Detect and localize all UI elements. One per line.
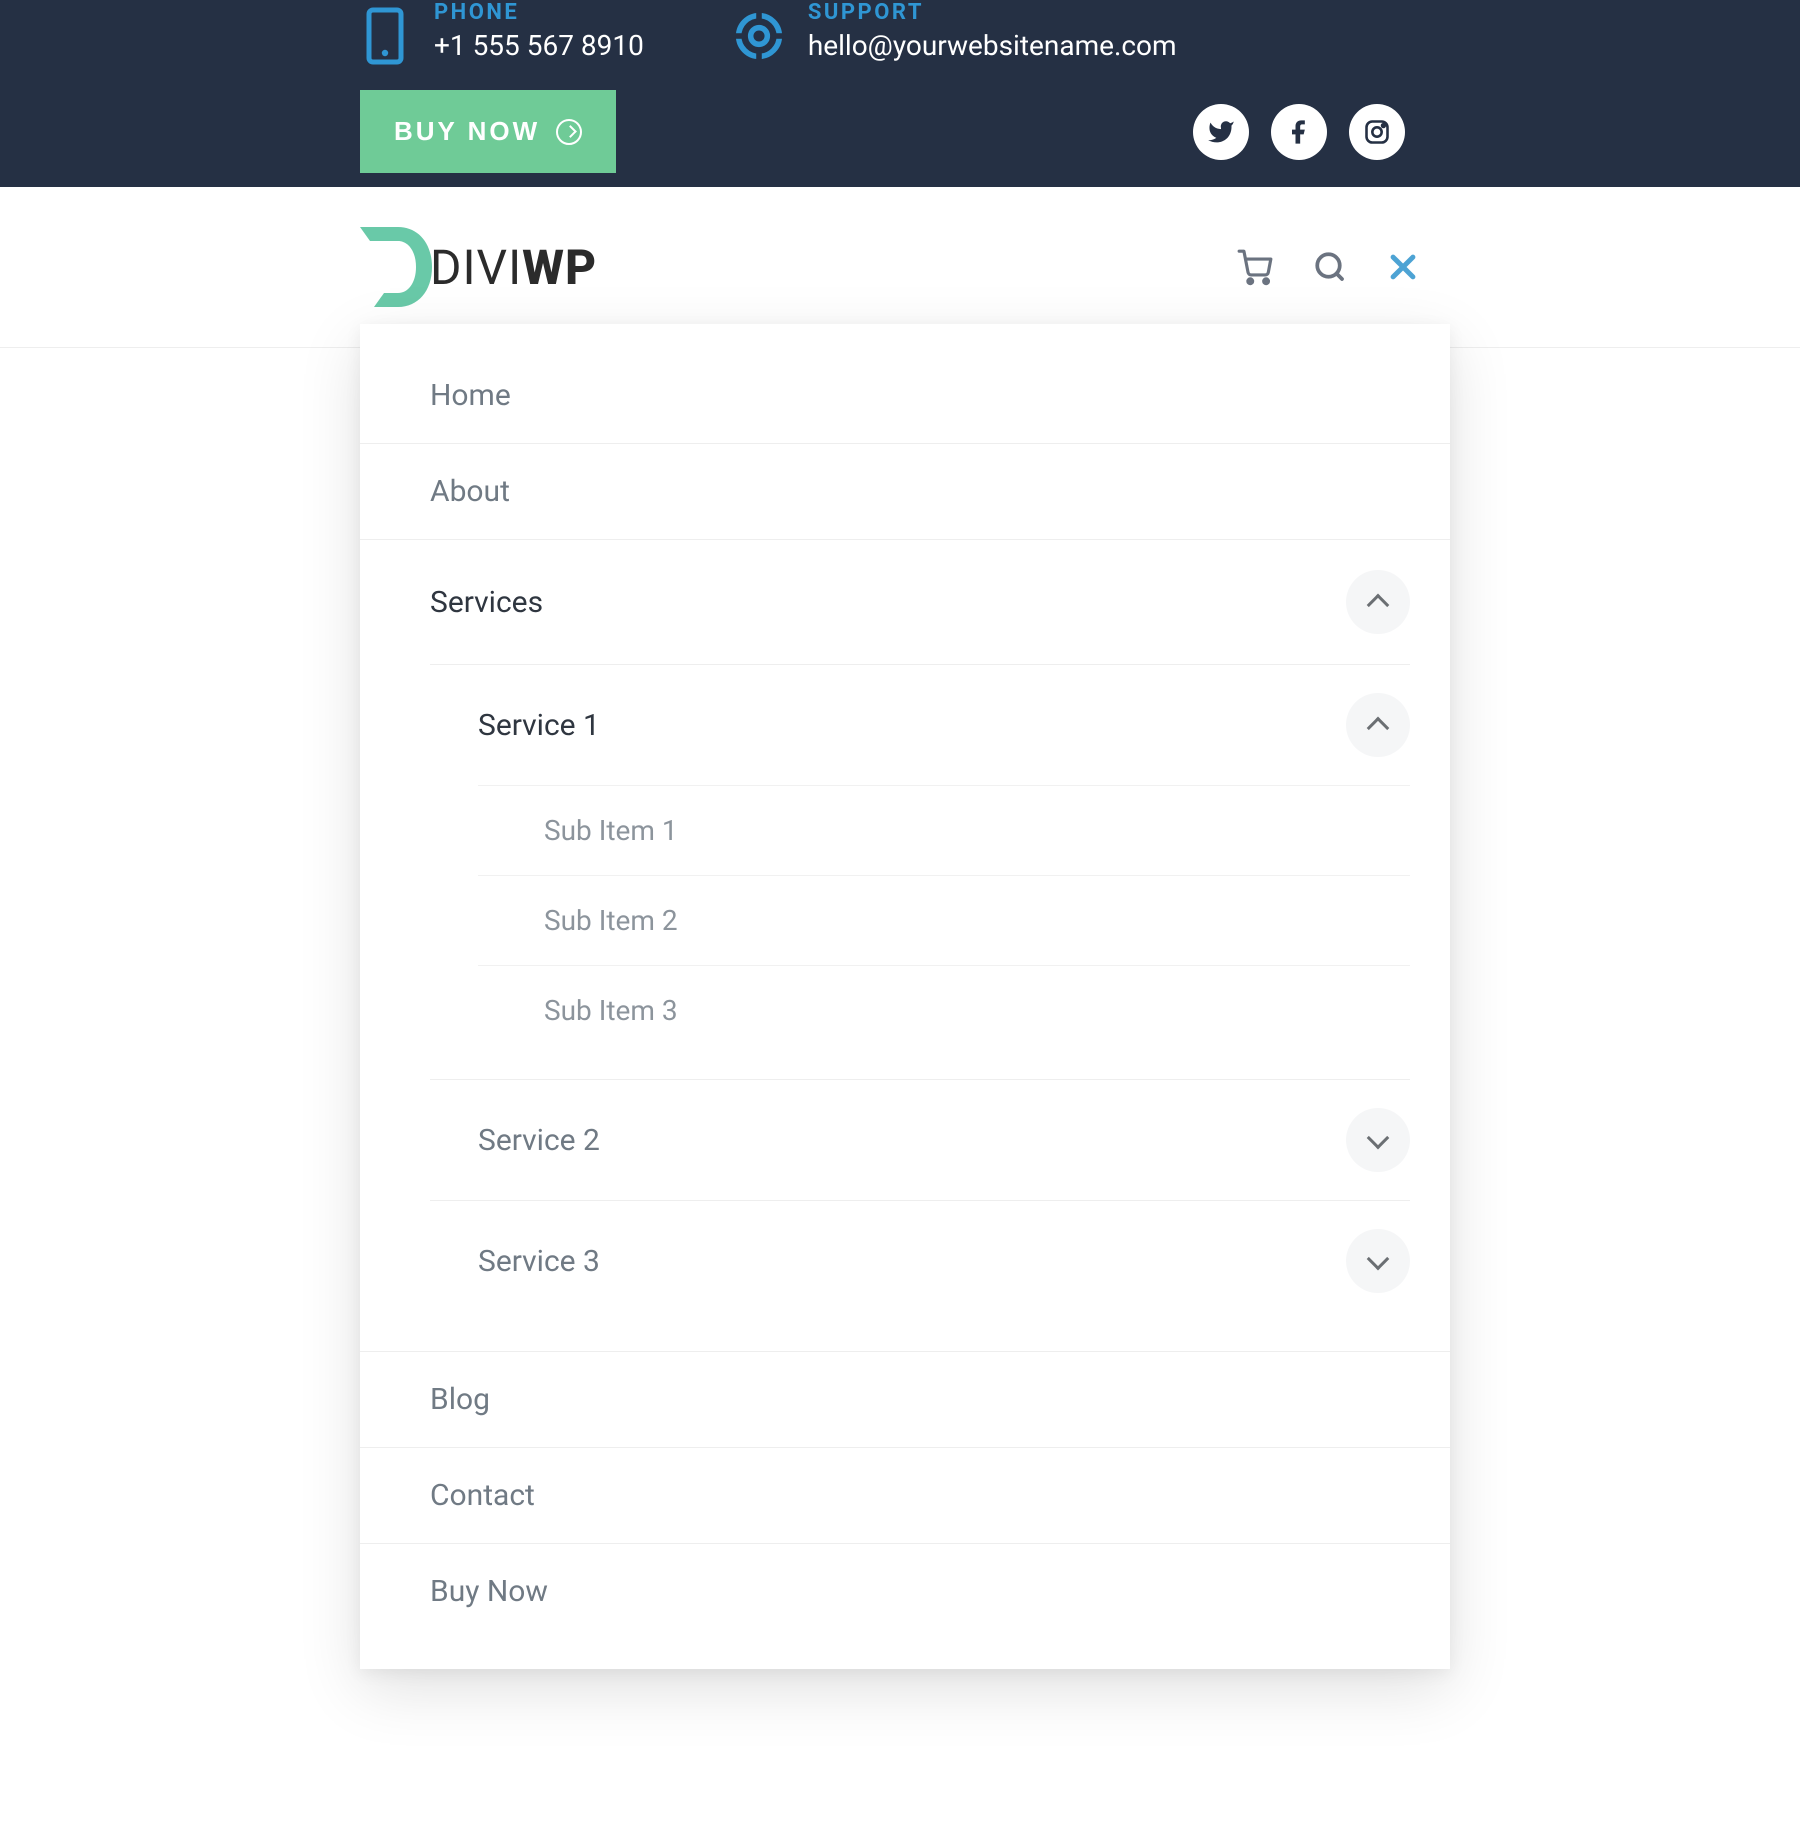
facebook-icon	[1285, 118, 1313, 146]
submenu-item-service-2[interactable]: Service 2	[430, 1080, 1410, 1200]
twitter-icon	[1207, 118, 1235, 146]
subsub-item-1[interactable]: Sub Item 1	[478, 785, 1410, 875]
logo[interactable]: DIVIWP	[360, 227, 597, 307]
social-links	[1193, 104, 1405, 160]
subsub-item-2[interactable]: Sub Item 2	[478, 875, 1410, 965]
submenu-item-service-1[interactable]: Service 1	[430, 665, 1410, 785]
menu-item-services-label: Services	[430, 585, 543, 620]
service-2-toggle[interactable]	[1346, 1108, 1410, 1172]
support-contact: SUPPORT hello@yourwebsitename.com	[734, 0, 1177, 66]
chevron-down-icon	[1367, 1248, 1390, 1271]
phone-label: PHONE	[434, 0, 644, 25]
menu-item-blog[interactable]: Blog	[360, 1352, 1450, 1447]
chevron-up-icon	[1367, 594, 1390, 617]
service-3-label: Service 3	[478, 1244, 600, 1279]
twitter-button[interactable]	[1193, 104, 1249, 160]
subsub-item-3[interactable]: Sub Item 3	[478, 965, 1410, 1055]
phone-icon	[360, 6, 410, 66]
support-label: SUPPORT	[808, 0, 1177, 25]
instagram-button[interactable]	[1349, 104, 1405, 160]
services-toggle[interactable]	[1346, 570, 1410, 634]
search-icon	[1312, 249, 1348, 285]
menu-item-contact[interactable]: Contact	[360, 1448, 1450, 1543]
logo-text: DIVIWP	[430, 239, 597, 296]
facebook-button[interactable]	[1271, 104, 1327, 160]
phone-contact: PHONE +1 555 567 8910	[360, 0, 644, 66]
chevron-down-icon	[1367, 1127, 1390, 1150]
mobile-menu: Home About Services Service 1	[360, 324, 1450, 1669]
submenu-item-service-3[interactable]: Service 3	[430, 1201, 1410, 1321]
menu-item-buy-now[interactable]: Buy Now	[360, 1544, 1450, 1639]
service-1-toggle[interactable]	[1346, 693, 1410, 757]
topbar: PHONE +1 555 567 8910	[0, 0, 1800, 187]
search-button[interactable]	[1312, 249, 1348, 285]
arrow-right-circle-icon	[556, 119, 582, 145]
support-value: hello@yourwebsitename.com	[808, 29, 1177, 62]
instagram-icon	[1363, 118, 1391, 146]
close-icon	[1386, 250, 1420, 284]
support-icon	[734, 6, 784, 66]
service-2-label: Service 2	[478, 1123, 600, 1158]
menu-item-about[interactable]: About	[360, 444, 1450, 539]
close-menu-button[interactable]	[1386, 250, 1420, 284]
cart-button[interactable]	[1236, 248, 1274, 286]
logo-mark-icon	[360, 227, 432, 307]
buy-now-button[interactable]: BUY NOW	[360, 90, 616, 173]
service-1-label: Service 1	[478, 708, 600, 743]
service-3-toggle[interactable]	[1346, 1229, 1410, 1293]
menu-item-home[interactable]: Home	[360, 348, 1450, 443]
menu-item-services[interactable]: Services	[360, 540, 1450, 664]
cart-icon	[1236, 248, 1274, 286]
chevron-up-icon	[1367, 717, 1390, 740]
buy-now-label: BUY NOW	[394, 116, 540, 147]
phone-value: +1 555 567 8910	[434, 29, 644, 62]
